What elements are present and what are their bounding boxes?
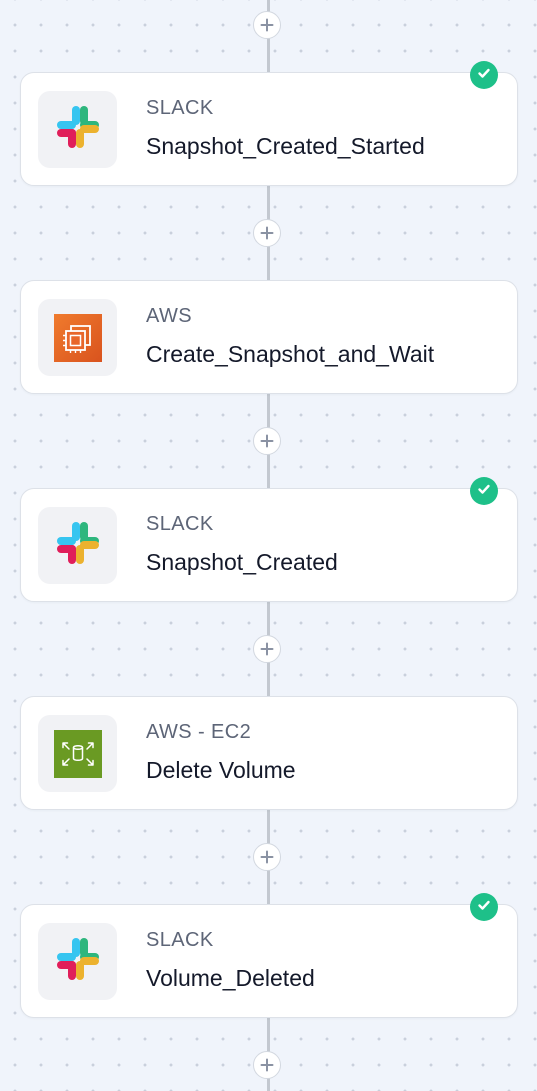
add-step-button[interactable] <box>253 11 281 39</box>
aws-ec2-volume-icon <box>53 729 102 778</box>
workflow-node-aws[interactable]: AWS Create_Snapshot_and_Wait <box>20 280 518 394</box>
workflow-node-slack[interactable]: SLACK Volume_Deleted <box>20 893 518 1018</box>
node-provider-label: SLACK <box>146 513 214 535</box>
node-provider-label: AWS - EC2 <box>146 721 252 743</box>
check-circle-icon <box>476 65 492 86</box>
node-title: Snapshot_Created <box>146 549 338 575</box>
node-icon-container <box>38 923 117 1000</box>
node-provider-label: SLACK <box>146 97 214 119</box>
add-step-button[interactable] <box>253 1051 281 1079</box>
success-status-badge <box>470 61 498 89</box>
node-icon-container <box>38 91 117 168</box>
workflow-node-slack[interactable]: SLACK Snapshot_Created <box>20 477 518 602</box>
node-icon-container <box>38 715 117 792</box>
plus-icon <box>260 226 274 240</box>
slack-icon <box>53 102 103 157</box>
node-title: Create_Snapshot_and_Wait <box>146 341 435 367</box>
add-step-button[interactable] <box>253 427 281 455</box>
check-circle-icon <box>476 481 492 502</box>
node-title: Delete Volume <box>146 757 296 783</box>
add-step-button[interactable] <box>253 219 281 247</box>
workflow-node-slack[interactable]: SLACK Snapshot_Created_Started <box>20 61 518 186</box>
success-status-badge <box>470 893 498 921</box>
add-step-button[interactable] <box>253 843 281 871</box>
aws-compute-icon <box>53 313 102 362</box>
node-icon-container <box>38 507 117 584</box>
node-title: Snapshot_Created_Started <box>146 133 425 159</box>
node-provider-label: SLACK <box>146 929 214 951</box>
plus-icon <box>260 642 274 656</box>
plus-icon <box>260 434 274 448</box>
check-circle-icon <box>476 897 492 918</box>
add-step-button[interactable] <box>253 635 281 663</box>
slack-icon <box>53 518 103 573</box>
plus-icon <box>260 850 274 864</box>
workflow-node-aws-ec2[interactable]: AWS - EC2 Delete Volume <box>20 696 518 810</box>
node-provider-label: AWS <box>146 305 193 327</box>
slack-icon <box>53 934 103 989</box>
workflow-canvas[interactable]: SLACK Snapshot_Created_Started AWS Creat… <box>0 0 537 1091</box>
node-title: Volume_Deleted <box>146 965 315 991</box>
plus-icon <box>260 18 274 32</box>
success-status-badge <box>470 477 498 505</box>
plus-icon <box>260 1058 274 1072</box>
node-icon-container <box>38 299 117 376</box>
